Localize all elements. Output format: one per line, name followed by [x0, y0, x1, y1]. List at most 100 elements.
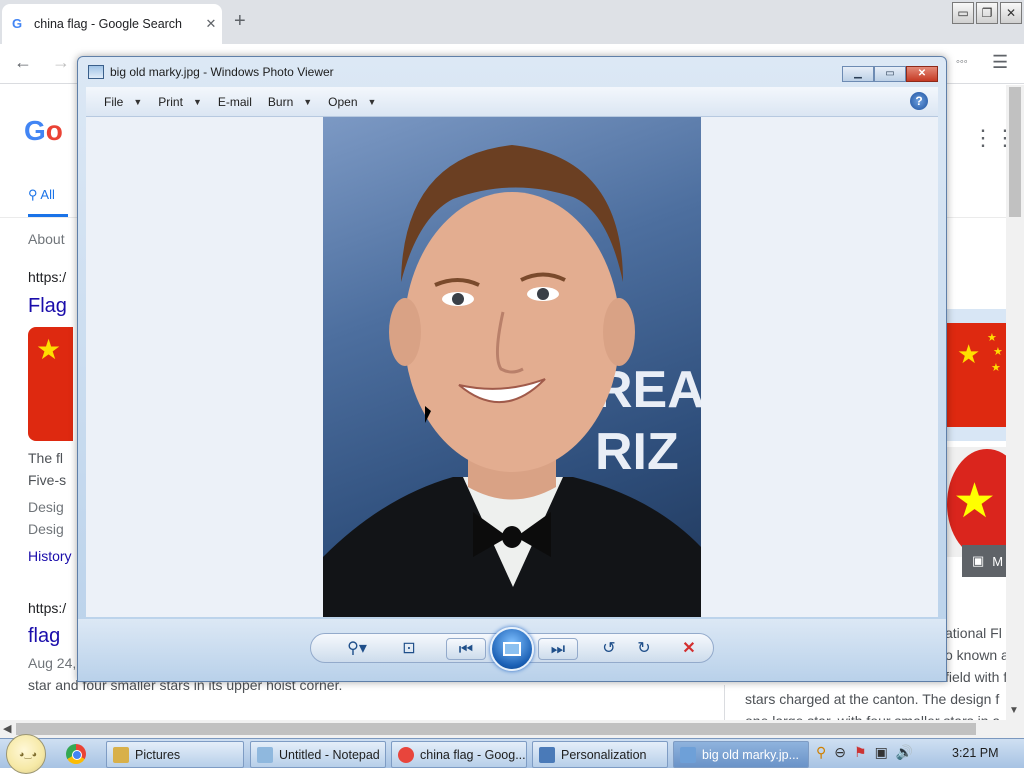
extension-icon[interactable]: ◦◦◦: [956, 56, 968, 68]
next-button[interactable]: ⏭: [538, 638, 578, 660]
star-icon: ★: [987, 332, 997, 344]
volume-icon[interactable]: 🔊: [896, 744, 913, 761]
image-icon: ▣: [972, 553, 985, 568]
photo-viewer-menubar: File ▼ Print ▼ E-mail Burn ▼ Open ▼ ?: [86, 87, 938, 117]
result-title[interactable]: flag: [28, 625, 60, 648]
folder-icon: [113, 746, 129, 763]
browser-menu-icon[interactable]: ☰: [992, 52, 1008, 73]
taskbar-item-pictures[interactable]: Pictures: [106, 741, 244, 768]
rotate-clockwise-button[interactable]: ↻: [633, 638, 655, 660]
mouse-cursor: [425, 406, 431, 423]
result-sublink[interactable]: History: [28, 548, 72, 564]
result-url[interactable]: https:/: [28, 600, 66, 616]
slideshow-icon: [503, 642, 521, 656]
personalization-icon: [539, 746, 555, 763]
horizontal-scrollbar[interactable]: ◀: [0, 720, 1024, 738]
result-flag-thumbnail[interactable]: ★: [28, 327, 73, 441]
close-button[interactable]: ✕: [906, 66, 938, 82]
menu-email[interactable]: E-mail: [210, 95, 260, 109]
browser-window-controls: ▭ ❐ ✕: [952, 2, 1022, 24]
result-snippet: The fl: [28, 450, 64, 466]
action-center-flag-icon[interactable]: ⚑: [854, 744, 867, 761]
chevron-down-icon: ▼: [303, 96, 313, 107]
photo-viewer-icon: [680, 746, 696, 763]
start-button[interactable]: ◕‿◕: [6, 734, 46, 774]
tab-close-icon[interactable]: ✕: [200, 16, 222, 32]
system-tray: ⚲ ⊖ ⚑ ▣ 🔊: [816, 744, 913, 761]
back-button[interactable]: ←: [14, 52, 32, 73]
google-logo[interactable]: Go: [24, 115, 63, 147]
photo-viewer-window: big old marky.jpg - Windows Photo Viewer…: [77, 56, 947, 682]
tab-all[interactable]: ⚲ All: [28, 187, 55, 203]
portrait-photo[interactable]: REA RIZ: [323, 117, 701, 617]
help-icon[interactable]: ?: [910, 92, 928, 110]
photo-viewer-controls: ⚲▾ ⊡ ⏮ ⏭ ↺ ↻ ✕: [78, 619, 946, 681]
taskbar-item-notepad[interactable]: Untitled - Notepad: [250, 741, 386, 768]
more-images-button[interactable]: ▣ M: [962, 545, 1008, 577]
result-url[interactable]: https:/: [28, 269, 66, 285]
scroll-left-icon[interactable]: ◀: [3, 722, 11, 735]
star-icon: ★: [991, 362, 1001, 374]
knowledge-text: ational Fl: [945, 625, 1002, 641]
menu-open[interactable]: Open ▼: [320, 95, 384, 109]
photo-canvas: REA RIZ: [86, 117, 938, 617]
slideshow-button[interactable]: [490, 627, 534, 671]
delete-button[interactable]: ✕: [678, 638, 700, 660]
minimize-button[interactable]: ▁: [842, 66, 874, 82]
smiley-icon: ◕‿◕: [19, 749, 38, 759]
google-favicon-icon: G: [12, 16, 23, 31]
chrome-pinned-icon[interactable]: [66, 744, 86, 764]
vertical-scrollbar[interactable]: ▼: [1006, 85, 1024, 720]
star-icon: ★: [36, 334, 62, 365]
browser-tab[interactable]: G china flag - Google Search ✕: [2, 4, 222, 44]
forward-button[interactable]: →: [52, 52, 70, 73]
menu-print[interactable]: Print ▼: [150, 95, 210, 109]
knowledge-text: field with f: [945, 669, 1008, 685]
result-meta: Desig: [28, 521, 64, 537]
maximize-button[interactable]: ▭: [874, 66, 906, 82]
photo-backdrop-text: RIZ: [595, 423, 679, 481]
restore-button[interactable]: ❐: [976, 2, 998, 24]
previous-button[interactable]: ⏮: [446, 638, 486, 660]
tab-title: china flag - Google Search: [34, 17, 183, 31]
chrome-icon: [398, 746, 414, 763]
minus-circle-icon[interactable]: ⊖: [834, 744, 846, 761]
chevron-down-icon: ▼: [367, 96, 377, 107]
windows-taskbar: ◕‿◕ Pictures Untitled - Notepad china fl…: [0, 734, 1024, 774]
network-icon[interactable]: ▣: [875, 744, 888, 761]
scrollbar-thumb[interactable]: [1009, 87, 1021, 217]
photo-viewer-titlebar[interactable]: big old marky.jpg - Windows Photo Viewer…: [78, 57, 946, 87]
zoom-button[interactable]: ⚲▾: [340, 638, 374, 660]
result-meta: Desig: [28, 499, 64, 515]
star-icon: ★: [993, 346, 1003, 358]
taskbar-item-chrome[interactable]: china flag - Goog...: [391, 741, 527, 768]
minimize-button[interactable]: ▭: [952, 2, 974, 24]
scroll-down-icon[interactable]: ▼: [1009, 705, 1019, 716]
taskbar-clock[interactable]: 3:21 PM: [952, 746, 999, 760]
taskbar-item-photo-viewer[interactable]: big old marky.jp...: [673, 741, 809, 768]
result-title[interactable]: Flag: [28, 295, 67, 318]
notepad-icon: [257, 746, 273, 763]
vietnam-flag-image[interactable]: ★: [947, 447, 1024, 559]
photo-viewer-window-controls: ▁ ▭ ✕: [842, 66, 938, 82]
scrollbar-thumb[interactable]: [16, 723, 976, 735]
taskbar-item-personalization[interactable]: Personalization: [532, 741, 668, 768]
result-date: Aug 24,: [28, 655, 77, 671]
star-icon: ★: [957, 339, 981, 369]
column-divider: [724, 685, 725, 725]
knowledge-text: stars charged at the canton. The design …: [745, 691, 1000, 707]
rotate-counterclockwise-button[interactable]: ↺: [598, 638, 620, 660]
chevron-down-icon: ▼: [133, 96, 143, 107]
new-tab-button[interactable]: +: [234, 10, 246, 33]
menu-burn[interactable]: Burn ▼: [260, 95, 320, 109]
result-snippet: Five-s: [28, 472, 67, 488]
search-icon[interactable]: ⚲: [816, 744, 826, 761]
star-icon: ★: [953, 475, 997, 528]
close-button[interactable]: ✕: [1000, 2, 1022, 24]
photo-viewer-app-icon: [88, 65, 104, 79]
actual-size-button[interactable]: ⊡: [396, 638, 422, 660]
menu-file[interactable]: File ▼: [96, 95, 150, 109]
window-title: big old marky.jpg - Windows Photo Viewer: [110, 65, 334, 79]
results-about: About: [28, 231, 65, 247]
china-flag-image[interactable]: ★ ★ ★ ★: [947, 309, 1007, 441]
